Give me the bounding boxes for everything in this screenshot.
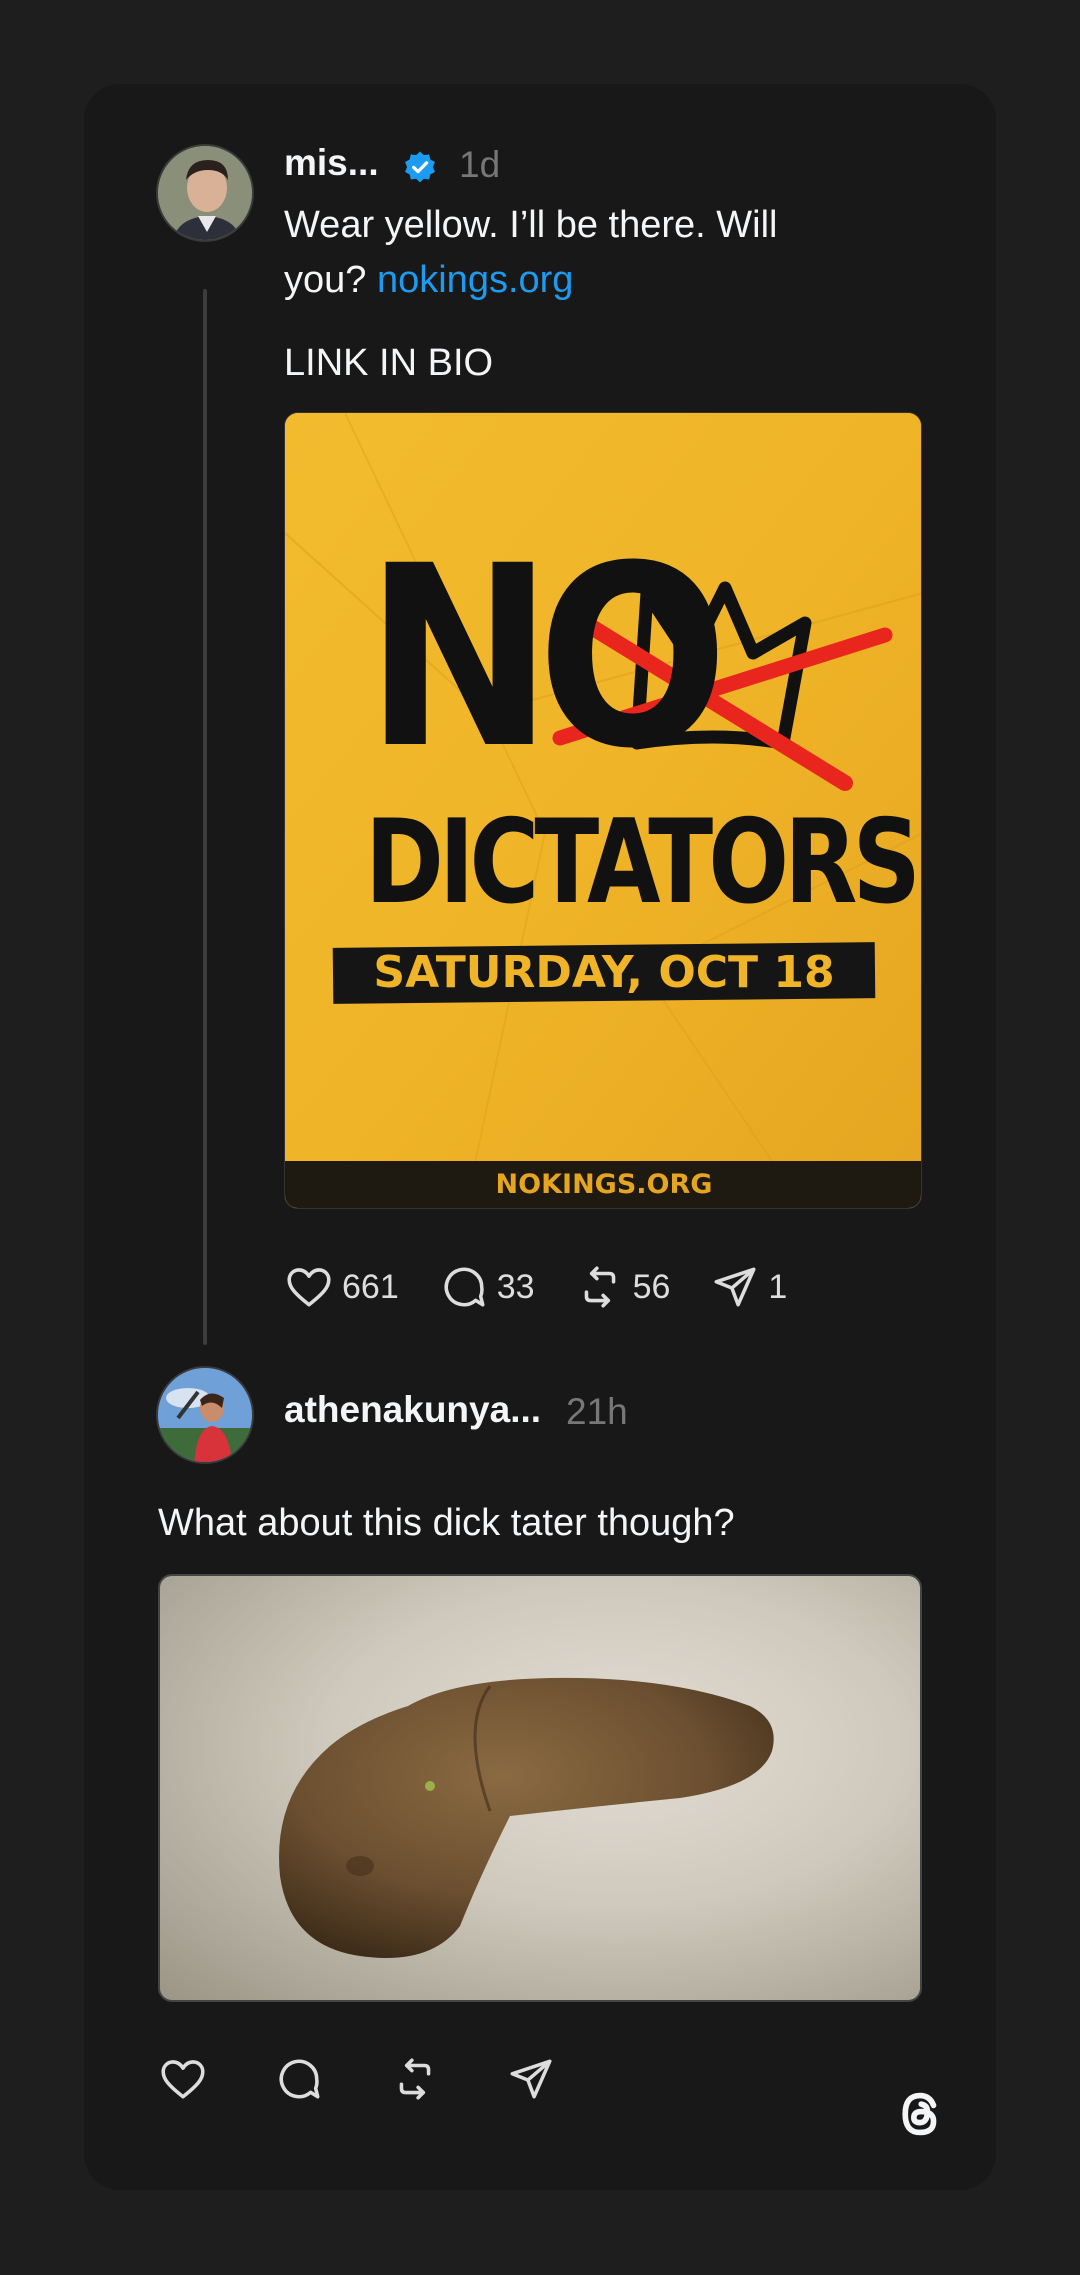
post1-text-line2-prefix: you? <box>284 259 367 301</box>
share-count: 1 <box>768 1267 788 1306</box>
post1-actions: 661 33 56 1 <box>284 1262 827 1312</box>
reply-button[interactable]: 33 <box>439 1262 535 1312</box>
verified-badge-icon <box>405 151 435 183</box>
like-count: 661 <box>342 1267 399 1306</box>
heart-icon <box>161 2060 205 2099</box>
repost-count: 56 <box>632 1267 671 1306</box>
post1-text-line2: you? nokings.org <box>284 253 777 308</box>
post1-username[interactable]: mis... <box>284 142 379 184</box>
repost-button[interactable] <box>390 2054 440 2104</box>
share-icon <box>510 2059 552 2099</box>
repost-icon <box>399 2058 431 2100</box>
share-button[interactable]: 1 <box>710 1262 787 1312</box>
post1-timestamp[interactable]: 1d <box>459 144 500 186</box>
share-button[interactable] <box>506 2054 556 2104</box>
post2-username[interactable]: athenakunya... <box>284 1389 541 1431</box>
thread-connector-line <box>203 289 207 1345</box>
repost-button[interactable]: 56 <box>575 1262 671 1312</box>
repost-icon <box>584 1266 615 1308</box>
post1-image-poster[interactable]: NO DICTATORS SATURDAY, OCT 18 NOKINGS.OR… <box>284 412 922 1209</box>
threads-logo-icon[interactable] <box>890 2082 950 2146</box>
avatar[interactable] <box>156 144 254 242</box>
post2-timestamp[interactable]: 21h <box>566 1391 628 1433</box>
poster-footer-url: NOKINGS.ORG <box>495 1169 713 1200</box>
reply-count: 33 <box>496 1267 535 1306</box>
post1-link[interactable]: nokings.org <box>377 259 573 301</box>
post2-text: What about this dick tater though? <box>158 1502 735 1544</box>
threads-embed-card: mis... 1d Wear yellow. I’ll be there. Wi… <box>84 84 996 2190</box>
post2-actions <box>158 2054 596 2104</box>
heart-icon <box>287 1268 331 1307</box>
share-icon <box>714 1267 756 1307</box>
poster-word-no: NO <box>365 512 728 803</box>
post1-text2: LINK IN BIO <box>284 342 494 384</box>
post1-text-line1: Wear yellow. I’ll be there. Will <box>284 204 778 246</box>
post2-image-potato[interactable] <box>158 1574 922 2002</box>
reply-icon <box>444 1267 485 1307</box>
reply-button[interactable] <box>274 2054 324 2104</box>
avatar[interactable] <box>156 1366 254 1464</box>
like-button[interactable]: 661 <box>284 1262 399 1312</box>
poster-word-dictators: DICTATORS <box>365 795 921 930</box>
poster-date: SATURDAY, OCT 18 <box>373 947 835 998</box>
reply-icon <box>279 2059 320 2099</box>
post1-text: Wear yellow. I’ll be there. Will you? no… <box>284 198 777 308</box>
like-button[interactable] <box>158 2054 208 2104</box>
